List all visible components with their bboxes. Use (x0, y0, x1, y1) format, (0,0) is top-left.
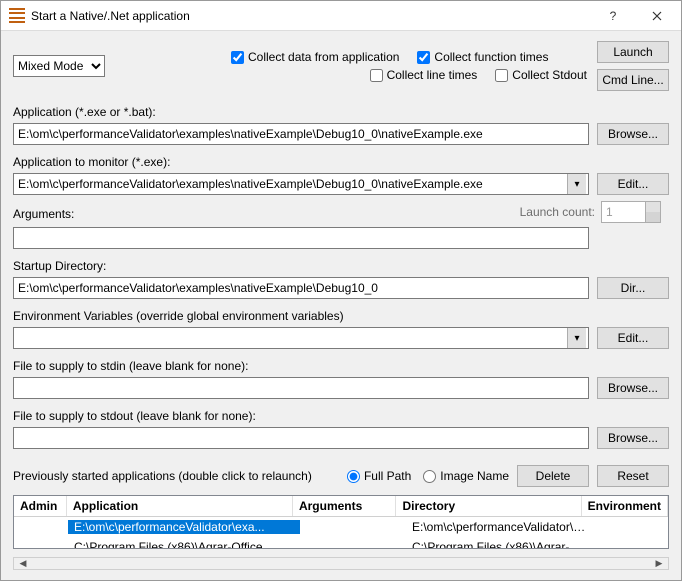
table-row[interactable]: E:\om\c\performanceValidator\exa...E:\om… (14, 517, 668, 537)
dialog-window: Start a Native/.Net application ? Mixed … (0, 0, 682, 581)
application-input[interactable] (13, 123, 589, 145)
envvars-label: Environment Variables (override global e… (13, 309, 669, 323)
table-row[interactable]: C:\Program Files (x86)\Agrar-Office...C:… (14, 537, 668, 549)
previous-apps-label: Previously started applications (double … (13, 469, 312, 483)
col-application[interactable]: Application (67, 496, 293, 516)
monitor-dropdown[interactable]: E:\om\c\performanceValidator\examples\na… (13, 173, 589, 195)
collect-line-checkbox[interactable]: Collect line times (370, 68, 478, 82)
envvars-dropdown[interactable] (13, 327, 589, 349)
launch-button[interactable]: Launch (597, 41, 669, 63)
edit-env-button[interactable]: Edit... (597, 327, 669, 349)
titlebar: Start a Native/.Net application ? (1, 1, 681, 31)
scroll-right-icon[interactable]: ▶ (650, 558, 668, 569)
arguments-label: Arguments: (13, 207, 74, 221)
stdout-input[interactable] (13, 427, 589, 449)
collect-fn-checkbox[interactable]: Collect function times (417, 50, 548, 64)
scroll-left-icon[interactable]: ◀ (14, 558, 32, 569)
dir-button[interactable]: Dir... (597, 277, 669, 299)
col-arguments[interactable]: Arguments (293, 496, 396, 516)
stdin-label: File to supply to stdin (leave blank for… (13, 359, 669, 373)
stdout-label: File to supply to stdout (leave blank fo… (13, 409, 669, 423)
window-title: Start a Native/.Net application (31, 9, 591, 23)
imagename-radio[interactable]: Image Name (423, 469, 509, 483)
col-admin[interactable]: Admin (14, 496, 67, 516)
horizontal-scrollbar[interactable]: ◀ ▶ (13, 557, 669, 570)
monitor-label: Application to monitor (*.exe): (13, 155, 669, 169)
dialog-content: Mixed Mode Collect data from application… (1, 31, 681, 580)
arguments-input[interactable] (13, 227, 589, 249)
browse-stdin-button[interactable]: Browse... (597, 377, 669, 399)
edit-monitor-button[interactable]: Edit... (597, 173, 669, 195)
browse-app-button[interactable]: Browse... (597, 123, 669, 145)
collect-stdout-checkbox[interactable]: Collect Stdout (495, 68, 587, 82)
collect-app-checkbox[interactable]: Collect data from application (231, 50, 399, 64)
startup-input[interactable] (13, 277, 589, 299)
close-button[interactable] (635, 2, 679, 30)
reset-button[interactable]: Reset (597, 465, 669, 487)
application-label: Application (*.exe or *.bat): (13, 105, 669, 119)
close-icon (652, 11, 662, 21)
mode-select[interactable]: Mixed Mode (13, 55, 105, 77)
col-directory[interactable]: Directory (396, 496, 581, 516)
app-icon (9, 8, 25, 24)
stdin-input[interactable] (13, 377, 589, 399)
cmdline-button[interactable]: Cmd Line... (597, 69, 669, 91)
startup-label: Startup Directory: (13, 259, 669, 273)
fullpath-radio[interactable]: Full Path (347, 469, 411, 483)
previous-apps-table: Admin Application Arguments Directory En… (13, 495, 669, 549)
launch-count-label: Launch count: (520, 205, 595, 219)
col-environment[interactable]: Environment (582, 496, 668, 516)
help-button[interactable]: ? (591, 2, 635, 30)
browse-stdout-button[interactable]: Browse... (597, 427, 669, 449)
launch-count-spinner[interactable]: 1 (601, 201, 661, 223)
delete-button[interactable]: Delete (517, 465, 589, 487)
